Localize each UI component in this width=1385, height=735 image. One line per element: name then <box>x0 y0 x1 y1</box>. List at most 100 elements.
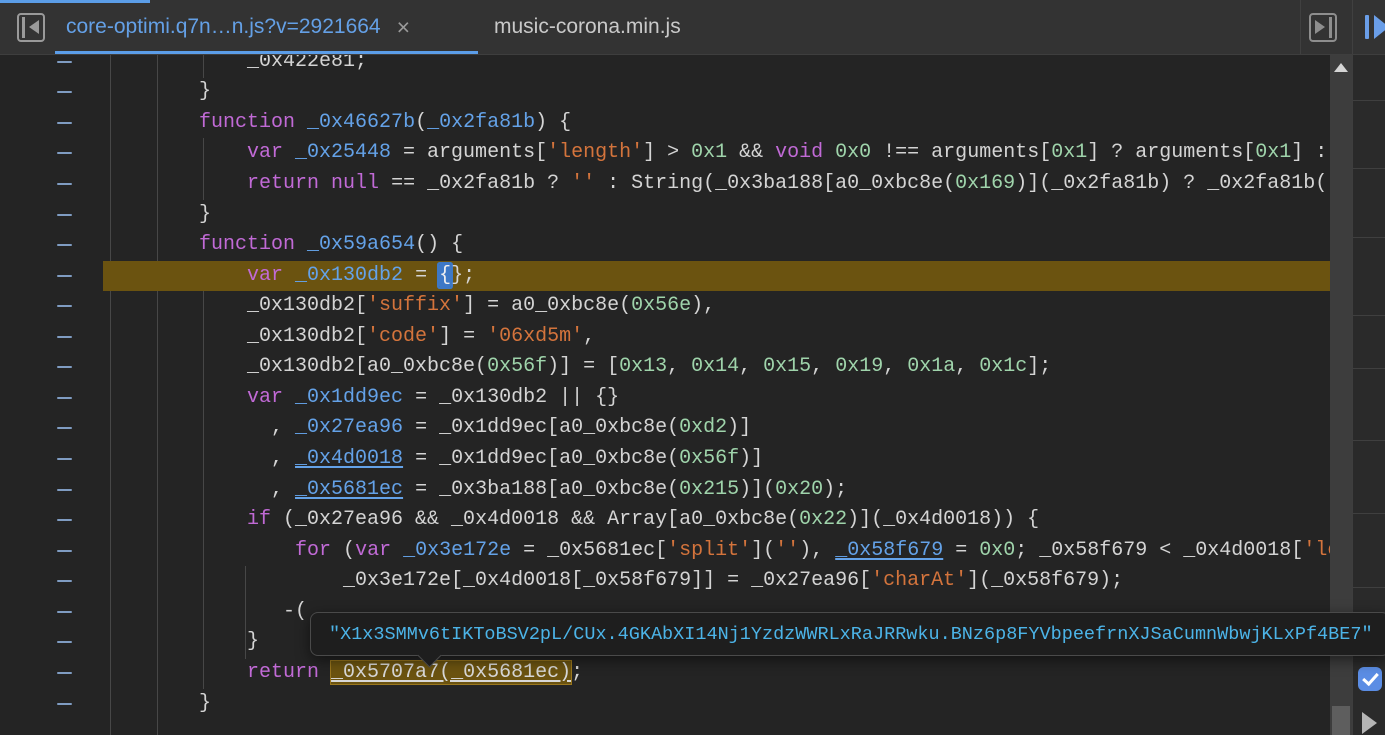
code-token: ](_0x58f679); <box>967 569 1123 592</box>
code-token: ] = <box>439 325 487 348</box>
tab-core-optimi[interactable]: core-optimi.q7n…n.js?v=2921664 × <box>55 0 478 54</box>
code-token: 0x13 <box>619 355 667 378</box>
icon-triangle-right <box>1374 15 1385 39</box>
code-token: 'code' <box>367 325 439 348</box>
breakpoint-checkbox[interactable] <box>1358 667 1382 691</box>
icon-bar <box>1329 17 1332 38</box>
code-token: 'length' <box>547 141 643 164</box>
code-token: _0x1dd9ec <box>295 386 403 409</box>
sidebar-separator <box>1353 587 1385 588</box>
code-token: _0x27ea96 <box>295 416 403 439</box>
code-token: , <box>739 355 763 378</box>
code-token: _0x130db2 <box>295 264 403 287</box>
scrollbar-thumb[interactable] <box>1332 706 1350 735</box>
sidebar-separator <box>1353 315 1385 316</box>
code-token: 0x56e <box>631 294 691 317</box>
code-line: , _0x5681ec = _0x3ba188[a0_0xbc8e(0x215)… <box>103 475 1330 506</box>
icon-bar <box>1365 15 1369 39</box>
code-token: _0x2fa81b <box>427 111 535 134</box>
code-token: 0x14 <box>691 355 739 378</box>
code-token: 0x1 <box>1051 141 1087 164</box>
code-token: function <box>103 233 307 256</box>
code-token: = _0x1dd9ec[a0_0xbc8e( <box>403 447 679 470</box>
code-token: , <box>103 478 295 501</box>
code-token: 'charAt' <box>871 569 967 592</box>
code-token: }; <box>451 264 475 287</box>
code-token: function <box>103 111 307 134</box>
code-token: _0x46627b <box>307 111 415 134</box>
code-token: _0x25448 <box>295 141 391 164</box>
code-token: '' <box>571 172 595 195</box>
code-line: var _0x25448 = arguments['length'] > 0x1… <box>103 138 1330 169</box>
navigator-panel-toggle-icon[interactable] <box>17 13 45 42</box>
panel-expand-right-icon[interactable] <box>1309 13 1337 42</box>
code-token: = _0x1dd9ec[a0_0xbc8e( <box>403 416 679 439</box>
close-icon[interactable]: × <box>397 16 410 39</box>
code-token: 0x56f <box>487 355 547 378</box>
code-line: _0x130db2['code'] = '06xd5m', <box>103 322 1330 353</box>
code-token: = _0x130db2 || {} <box>403 386 619 409</box>
code-line: _0x422e81; <box>103 55 1330 77</box>
code-token: _0x130db2[ <box>103 325 367 348</box>
code-token: ( <box>343 539 355 562</box>
code-line: } <box>103 77 1330 108</box>
code-token: , <box>883 355 907 378</box>
code-token: 0x1a <box>907 355 955 378</box>
code-token: )]( <box>739 478 775 501</box>
code-token: = arguments[ <box>391 141 547 164</box>
code-token: var <box>103 386 295 409</box>
code-token: 0x0 <box>979 539 1015 562</box>
scroll-up-arrow-icon[interactable] <box>1334 63 1348 72</box>
code-token: 'length' <box>1303 539 1330 562</box>
code-token: )] <box>727 416 751 439</box>
code-token: '06xd5m' <box>487 325 583 348</box>
code-token: ] : <box>1291 141 1330 164</box>
tab-label: music-corona.min.js <box>494 15 681 39</box>
code-token: )](_0x2fa81b) ? _0x2fa81b() : _0 <box>1015 172 1330 195</box>
code-token: ), <box>691 294 715 317</box>
code-token: } <box>103 80 211 103</box>
code-token: void <box>775 141 835 164</box>
code-token: == _0x2fa81b ? <box>379 172 571 195</box>
code-token: 0x169 <box>955 172 1015 195</box>
code-line: function _0x59a654() { <box>103 230 1330 261</box>
code-line: function _0x46627b(_0x2fa81b) { <box>103 108 1330 139</box>
code-token: null <box>331 172 379 195</box>
code-token: _0x3e172e <box>403 539 511 562</box>
code-line: return null == _0x2fa81b ? '' : String(_… <box>103 169 1330 200</box>
code-token: ]; <box>1027 355 1051 378</box>
code-token: 0x215 <box>679 478 739 501</box>
code-token: var <box>355 539 403 562</box>
code-token: ) { <box>535 111 571 134</box>
code-token: )] = [ <box>547 355 619 378</box>
code-token: !== arguments[ <box>871 141 1051 164</box>
code-token: )](_0x4d0018)) { <box>847 508 1039 531</box>
code-token: 0x15 <box>763 355 811 378</box>
code-token: ] > <box>643 141 691 164</box>
expand-triangle-icon[interactable] <box>1362 712 1377 734</box>
icon-bar <box>22 17 25 38</box>
code-token: ; _0x58f679 < _0x4d0018[ <box>1015 539 1303 562</box>
code-token: , <box>103 447 295 470</box>
tooltip-string-value: "X1x3SMMv6tIKToBSV2pL/CUx.4GKAbXI14Nj1Yz… <box>329 624 1373 645</box>
sidebar-separator <box>1353 168 1385 169</box>
sidebar-separator <box>1353 440 1385 441</box>
resume-script-execution-icon[interactable] <box>1365 15 1385 41</box>
code-token: _0x4d0018 <box>295 447 403 470</box>
code-line: } <box>103 200 1330 231</box>
code-token: 0xd2 <box>679 416 727 439</box>
code-token: _0x59a654 <box>307 233 415 256</box>
code-line: } <box>103 689 1330 720</box>
tab-music-corona[interactable]: music-corona.min.js <box>478 0 681 54</box>
code-token: = <box>943 539 979 562</box>
code-token: 0x56f <box>679 447 739 470</box>
code-token: = _0x3ba188[a0_0xbc8e( <box>403 478 679 501</box>
code-token: ] ? arguments[ <box>1087 141 1255 164</box>
code-token: } <box>103 630 259 653</box>
tabbar-separator <box>1300 0 1301 54</box>
code-line: , _0x4d0018 = _0x1dd9ec[a0_0xbc8e(0x56f)… <box>103 444 1330 475</box>
code-token: var <box>103 141 295 164</box>
code-token: _0x130db2[a0_0xbc8e( <box>103 355 487 378</box>
code-token: , <box>811 355 835 378</box>
code-token: 0x22 <box>799 508 847 531</box>
